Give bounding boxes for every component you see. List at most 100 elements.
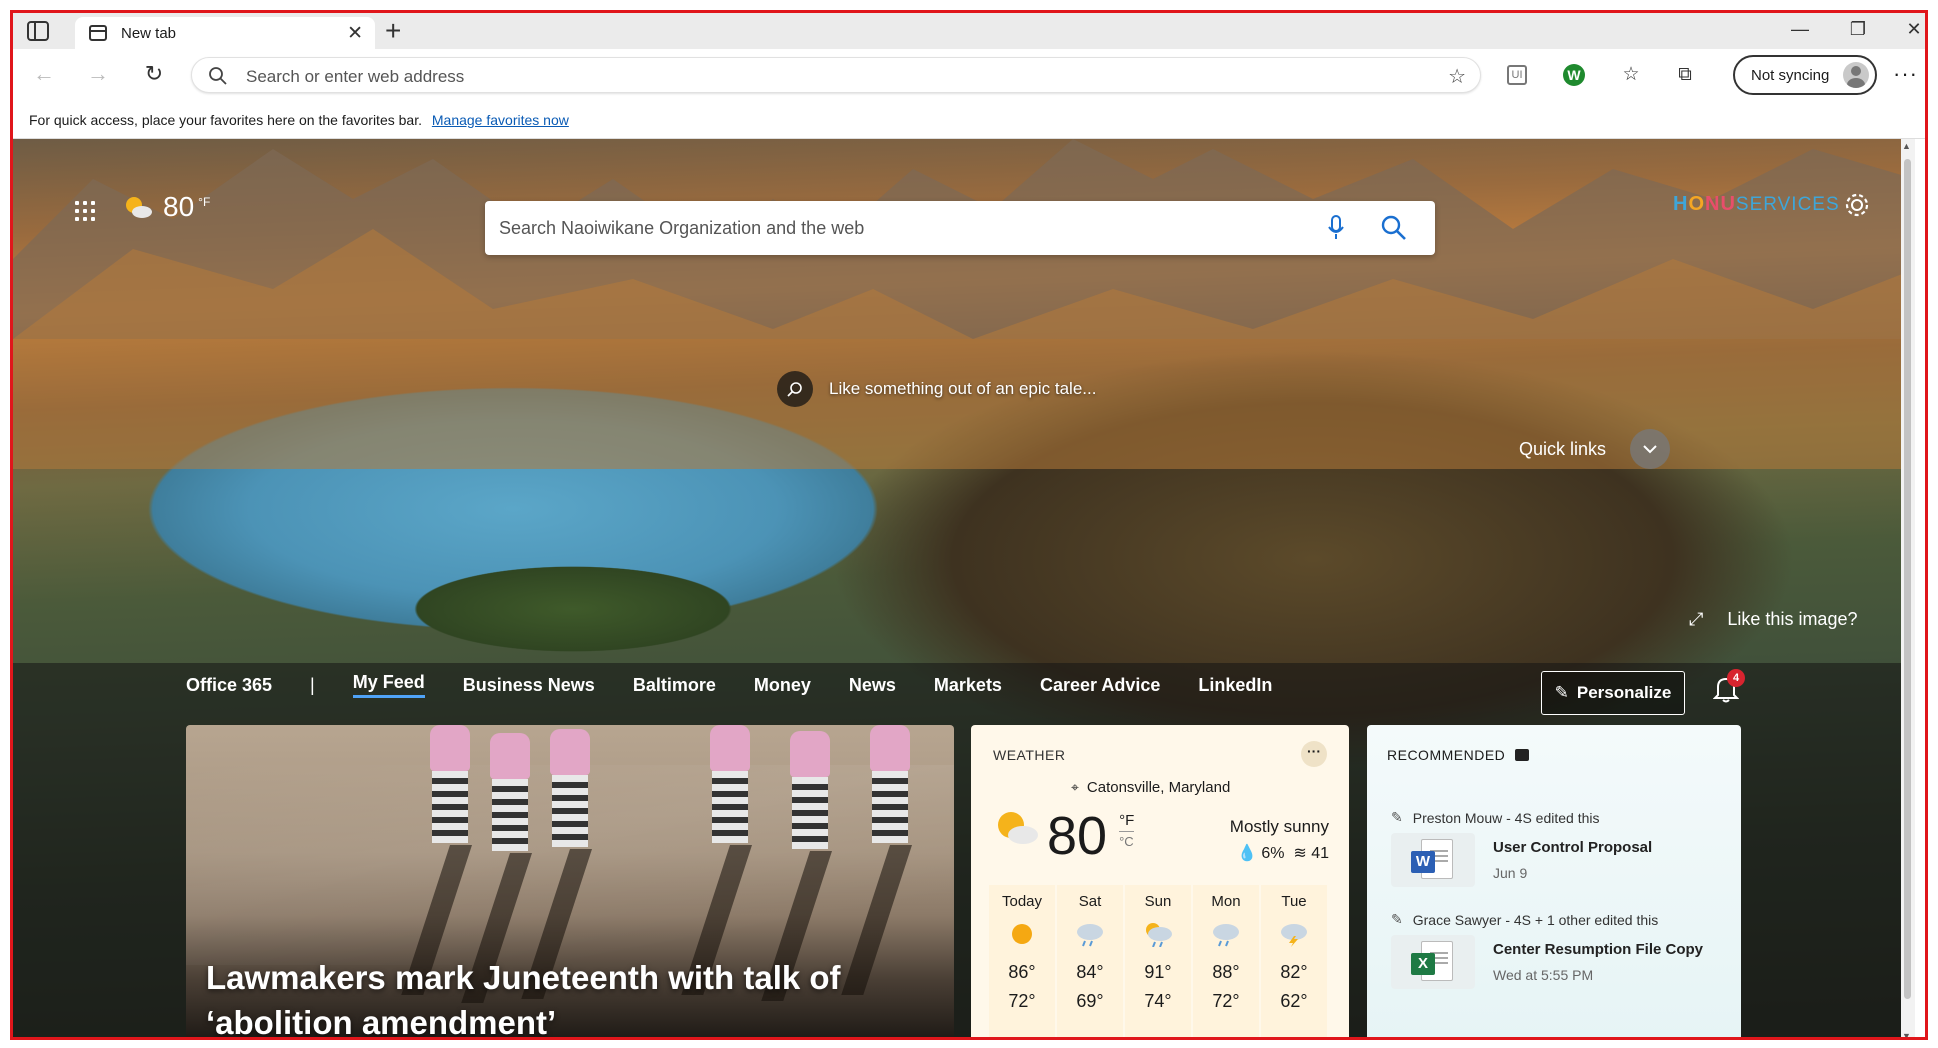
app-launcher-icon[interactable] bbox=[75, 201, 95, 221]
feed-tab-linkedin[interactable]: LinkedIn bbox=[1198, 675, 1272, 696]
recommended-editor: ✎ Preston Mouw - 4S edited this bbox=[1391, 809, 1721, 826]
forward-button[interactable]: → bbox=[83, 59, 113, 89]
image-caption[interactable]: Like something out of an epic tale... bbox=[777, 371, 1096, 407]
forecast-day[interactable]: Sun 91° 74° bbox=[1125, 885, 1191, 1037]
minimize-icon[interactable]: — bbox=[1785, 19, 1815, 40]
recommended-item[interactable]: ✎ Grace Sawyer - 4S + 1 other edited thi… bbox=[1391, 911, 1721, 989]
excel-app-letter: X bbox=[1411, 953, 1435, 975]
page-settings-gear-icon[interactable] bbox=[1843, 191, 1871, 219]
address-placeholder: Search or enter web address bbox=[246, 67, 465, 86]
favorites-bar-message: For quick access, place your favorites h… bbox=[29, 112, 422, 128]
search-icon bbox=[209, 67, 227, 85]
forecast-high: 86° bbox=[1008, 962, 1036, 982]
manage-favorites-link[interactable]: Manage favorites now bbox=[432, 112, 569, 128]
feed-tab-business-news[interactable]: Business News bbox=[463, 675, 595, 696]
immersive-reader-icon[interactable]: UI bbox=[1507, 65, 1527, 85]
scrollbar-thumb[interactable] bbox=[1904, 159, 1911, 999]
recommended-card: RECOMMENDED ✎ Preston Mouw - 4S edited t… bbox=[1367, 725, 1741, 1037]
feed-tab-news[interactable]: News bbox=[849, 675, 896, 696]
recommended-label: RECOMMENDED bbox=[1387, 747, 1530, 763]
close-tab-icon[interactable]: ✕ bbox=[347, 22, 363, 45]
pencil-icon: ✎ bbox=[1391, 809, 1403, 825]
weather-more-button[interactable]: ··· bbox=[1301, 741, 1327, 767]
forecast-day[interactable]: Sat 84° 69° bbox=[1057, 885, 1123, 1037]
feed-tab-baltimore[interactable]: Baltimore bbox=[633, 675, 716, 696]
image-caption-text: Like something out of an epic tale... bbox=[829, 379, 1097, 398]
image-search-icon[interactable] bbox=[777, 371, 813, 407]
forecast-day[interactable]: Tue 82° 62° bbox=[1261, 885, 1327, 1037]
recommended-item[interactable]: ✎ Preston Mouw - 4S edited this W User C… bbox=[1391, 809, 1721, 887]
refresh-button[interactable]: ↻ bbox=[139, 59, 169, 89]
recommended-editor-text: Grace Sawyer - 4S + 1 other edited this bbox=[1412, 911, 1659, 928]
tab-strip: New tab ✕ + — ❐ ✕ bbox=[13, 13, 1925, 49]
expand-icon[interactable]: ⤢ bbox=[1689, 609, 1703, 630]
location-icon: ⌖ bbox=[1071, 779, 1079, 795]
personalize-button[interactable]: ✎ Personalize bbox=[1541, 671, 1685, 715]
background-mountains-image bbox=[13, 139, 1915, 469]
scroll-up-icon[interactable]: ▲ bbox=[1902, 141, 1911, 151]
forecast-day-label: Today bbox=[1001, 893, 1043, 910]
scroll-down-icon[interactable]: ▼ bbox=[1902, 1031, 1911, 1037]
feed-tab-office-365[interactable]: Office 365 bbox=[186, 675, 272, 696]
recommended-doc-title[interactable]: Center Resumption File Copy bbox=[1493, 941, 1703, 958]
hero-news-card[interactable]: Lawmakers mark Juneteenth with talk of ‘… bbox=[186, 725, 954, 1037]
recommended-editor: ✎ Grace Sawyer - 4S + 1 other edited thi… bbox=[1391, 911, 1721, 928]
like-image-button[interactable]: ⤢ Like this image? bbox=[1689, 609, 1857, 630]
collections-icon[interactable]: ⧉ bbox=[1671, 61, 1699, 89]
forecast-day-label: Sun bbox=[1144, 893, 1172, 910]
chevron-down-icon[interactable] bbox=[1630, 429, 1671, 469]
weather-forecast: Today 86° 72° Sat 84° 69° Sun 91° 74° Mo… bbox=[989, 885, 1329, 1037]
favorites-icon[interactable]: ☆ bbox=[1617, 61, 1645, 89]
close-window-icon[interactable]: ✕ bbox=[1899, 19, 1925, 40]
weather-location[interactable]: ⌖ Catonsville, Maryland bbox=[1071, 779, 1230, 796]
extension-w-icon[interactable]: W bbox=[1563, 64, 1585, 86]
quick-links-toggle[interactable]: Quick links bbox=[1519, 429, 1671, 469]
unit-fahrenheit[interactable]: °F bbox=[1119, 811, 1134, 831]
feed-tab-markets[interactable]: Markets bbox=[934, 675, 1002, 696]
navigation-bar: ← → ↻ Search or enter web address ☆ UI W… bbox=[13, 49, 1925, 101]
forecast-high: 82° bbox=[1280, 962, 1308, 982]
profile-button[interactable]: Not syncing bbox=[1733, 55, 1877, 95]
tab-title: New tab bbox=[121, 24, 177, 42]
weather-chip[interactable]: 80 °F bbox=[123, 191, 210, 223]
hero-headline[interactable]: Lawmakers mark Juneteenth with talk of ‘… bbox=[206, 955, 926, 1037]
browser-window: New tab ✕ + — ❐ ✕ ← → ↻ Search or enter … bbox=[10, 10, 1928, 1040]
raindrop-icon: 💧 bbox=[1236, 845, 1257, 862]
feed-tab-career-advice[interactable]: Career Advice bbox=[1040, 675, 1160, 696]
weather-current-temp: 80 bbox=[1047, 806, 1108, 866]
forecast-day[interactable]: Mon 88° 72° bbox=[1193, 885, 1259, 1037]
organization-logo[interactable]: HONUSERVICES bbox=[1673, 193, 1840, 216]
new-tab-button[interactable]: + bbox=[385, 15, 401, 47]
settings-more-icon[interactable]: ··· bbox=[1893, 61, 1918, 87]
forecast-day[interactable]: Today 86° 72° bbox=[989, 885, 1055, 1037]
address-bar[interactable]: Search or enter web address ☆ bbox=[191, 57, 1481, 93]
restore-icon[interactable]: ❐ bbox=[1843, 19, 1873, 40]
add-favorite-icon[interactable]: ☆ bbox=[1448, 64, 1466, 89]
word-document-icon: W bbox=[1391, 833, 1475, 887]
forecast-low: 74° bbox=[1144, 991, 1172, 1011]
briefcase-icon bbox=[1515, 749, 1530, 761]
page-scrollbar[interactable]: ▲ ▼ bbox=[1901, 139, 1915, 1037]
excel-document-icon: X bbox=[1391, 935, 1475, 989]
recommended-doc-title[interactable]: User Control Proposal bbox=[1493, 839, 1652, 856]
word-app-letter: W bbox=[1411, 851, 1435, 873]
forecast-day-label: Sat bbox=[1078, 893, 1102, 910]
personalize-label: Personalize bbox=[1576, 683, 1672, 702]
notifications-button[interactable]: 4 bbox=[1712, 669, 1745, 708]
weather-meta: 💧 6% ≋ 41 bbox=[1230, 843, 1329, 863]
weather-card[interactable]: WEATHER ··· ⌖ Catonsville, Maryland 80 °… bbox=[971, 725, 1349, 1037]
back-button[interactable]: ← bbox=[29, 59, 59, 89]
search-submit-icon[interactable] bbox=[1381, 215, 1407, 241]
web-search-box[interactable]: Search Naoiwikane Organization and the w… bbox=[485, 201, 1435, 255]
temp-unit-toggle[interactable]: °F °C bbox=[1119, 811, 1135, 852]
logo-letter-o: O bbox=[1688, 193, 1706, 215]
feed-tab-my-feed[interactable]: My Feed bbox=[352, 672, 425, 698]
tab-new-tab[interactable]: New tab ✕ bbox=[75, 17, 375, 49]
microphone-icon[interactable] bbox=[1327, 215, 1345, 241]
feed-tab-money[interactable]: Money bbox=[754, 675, 811, 696]
recommended-doc-date: Jun 9 bbox=[1493, 865, 1528, 881]
quick-links-label: Quick links bbox=[1519, 438, 1607, 459]
cloud-rain-icon bbox=[1193, 916, 1259, 952]
unit-celsius[interactable]: °C bbox=[1119, 831, 1135, 852]
tab-actions-icon[interactable] bbox=[27, 21, 49, 41]
